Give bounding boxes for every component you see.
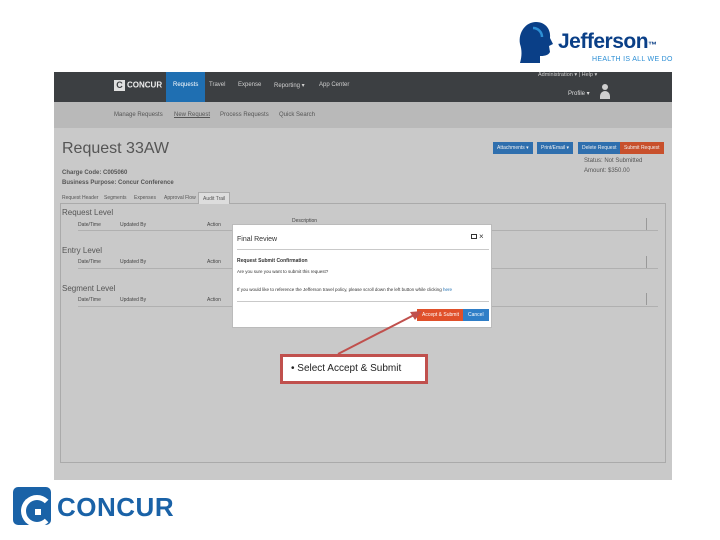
dialog-heading: Request Submit Confirmation (237, 258, 308, 264)
section-request-level: Request Level (62, 208, 114, 217)
tab-approval-flow[interactable]: Approval Flow (164, 195, 196, 201)
subnav-new-request[interactable]: New Request (174, 112, 210, 118)
dialog-divider (237, 301, 489, 302)
user-avatar-icon[interactable] (599, 84, 611, 101)
print-email-button[interactable]: Print/Email ▾ (537, 142, 574, 154)
tab-segments[interactable]: Segments (104, 195, 127, 201)
concur-wordmark: CONCUR (57, 492, 175, 522)
delete-request-button[interactable]: Delete Request (578, 142, 621, 154)
concur-mark-icon (13, 487, 53, 527)
close-icon[interactable]: × (479, 232, 484, 241)
policy-link[interactable]: here (443, 287, 452, 292)
maximize-icon[interactable] (471, 234, 477, 239)
dialog-title: Final Review (237, 236, 278, 243)
nav-tab-app-center[interactable]: App Center (319, 82, 349, 88)
concur-app-brand[interactable]: C CONCUR (114, 80, 162, 91)
column-separator (646, 256, 647, 268)
jefferson-wordmark: Jefferson™ (558, 30, 657, 53)
col-action: Action (207, 297, 221, 303)
concur-c-icon: C (114, 80, 125, 91)
amount-text: Amount: $350.00 (584, 168, 630, 174)
subnav-process-requests[interactable]: Process Requests (220, 112, 269, 118)
sub-navigation-bar: Manage Requests New Request Process Requ… (54, 102, 672, 128)
business-purpose: Business Purpose: Concur Conference (62, 180, 174, 186)
instruction-callout: • Select Accept & Submit (280, 354, 428, 384)
section-segment-level: Segment Level (62, 284, 116, 293)
submit-request-button[interactable]: Submit Request (620, 142, 664, 154)
top-navigation-bar: C CONCUR Requests Travel Expense Reportin… (54, 72, 672, 102)
col-updated-by: Updated By (120, 297, 147, 303)
col-date-time: Date/Time (78, 259, 101, 265)
tab-request-header[interactable]: Request Header (62, 195, 98, 201)
col-updated-by: Updated By (120, 259, 147, 265)
profile-menu[interactable]: Profile ▾ (568, 90, 590, 97)
column-separator (646, 293, 647, 305)
subnav-manage-requests[interactable]: Manage Requests (114, 112, 163, 118)
col-date-time: Date/Time (78, 222, 101, 228)
status-text: Status: Not Submitted (584, 158, 643, 164)
col-action: Action (207, 259, 221, 265)
nav-tab-requests[interactable]: Requests (166, 72, 206, 102)
cancel-button[interactable]: Cancel (463, 309, 489, 321)
nav-tab-reporting[interactable]: Reporting ▾ (274, 82, 305, 89)
dialog-divider (237, 249, 489, 250)
subnav-quick-search[interactable]: Quick Search (279, 112, 315, 118)
dialog-question: Are you sure you want to submit this req… (237, 269, 329, 274)
column-separator (646, 218, 647, 230)
col-date-time: Date/Time (78, 297, 101, 303)
nav-tab-travel[interactable]: Travel (209, 82, 225, 88)
tab-expenses[interactable]: Expenses (134, 195, 156, 201)
nav-tab-expense[interactable]: Expense (238, 82, 261, 88)
jefferson-profile-icon (519, 22, 553, 63)
section-entry-level: Entry Level (62, 246, 103, 255)
jefferson-logo: Jefferson™ HEALTH IS ALL WE DO (516, 20, 676, 68)
attachments-button[interactable]: Attachments ▾ (493, 142, 533, 154)
dialog-policy-text: If you would like to reference the Jeffe… (237, 287, 452, 292)
request-title: Request 33AW (62, 140, 170, 157)
charge-code: Charge Code: C005060 (62, 170, 128, 176)
col-action: Action (207, 222, 221, 228)
jefferson-tagline: HEALTH IS ALL WE DO (592, 56, 673, 63)
col-updated-by: Updated By (120, 222, 147, 228)
callout-text: • Select Accept & Submit (291, 363, 402, 374)
annotation-arrow-icon (337, 311, 422, 355)
concur-screenshot: C CONCUR Requests Travel Expense Reportin… (54, 72, 672, 480)
admin-help-menu[interactable]: Administration ▾ | Help ▾ (538, 72, 597, 78)
